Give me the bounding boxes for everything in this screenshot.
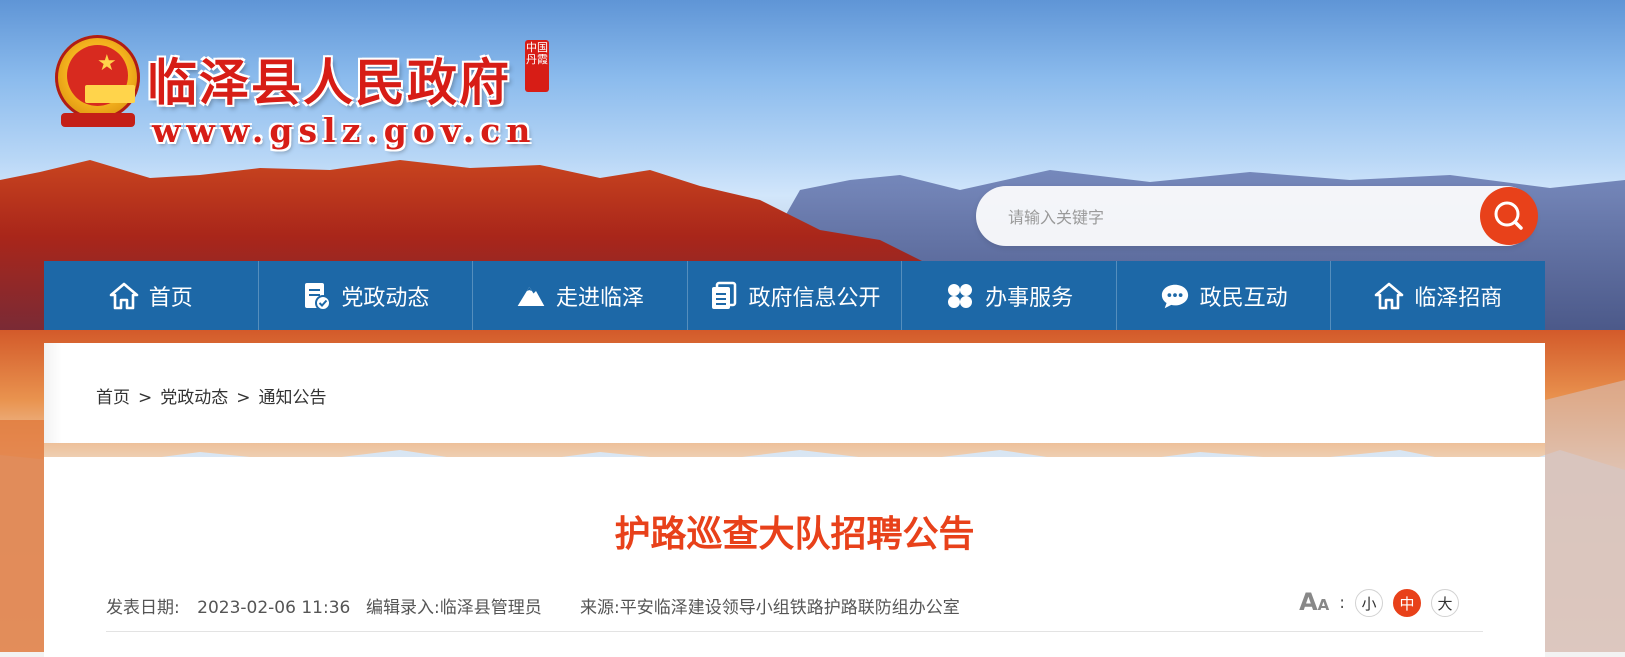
site-url: www.gslz.gov.cn: [152, 111, 537, 150]
main-nav: 首页 党政动态 走进临泽 政府信息公开 办事服务 政民互动 临泽招商: [44, 261, 1545, 330]
site-title: 临泽县人民政府: [147, 53, 511, 112]
nav-item-label: 走进临泽: [555, 285, 644, 311]
nav-item-label: 党政动态: [341, 285, 430, 311]
nav-item-label: 首页: [148, 285, 193, 311]
breadcrumb-party-news[interactable]: 党政动态: [160, 388, 228, 408]
nav-item-home[interactable]: 首页: [44, 261, 259, 330]
nav-item-gov-info[interactable]: 政府信息公开: [688, 261, 903, 330]
font-size-large-button[interactable]: 大: [1431, 589, 1459, 617]
search-box: [976, 186, 1538, 246]
nav-item-investment[interactable]: 临泽招商: [1331, 261, 1545, 330]
chat-icon: [1161, 284, 1188, 308]
font-size-switcher: AA : 小 中 大: [1299, 589, 1459, 617]
mountain-icon: [517, 286, 545, 306]
nav-item-label: 政府信息公开: [748, 285, 881, 311]
font-size-icon: AA: [1299, 587, 1330, 616]
search-input[interactable]: [1006, 200, 1450, 234]
breadcrumb-bar: 首页 > 党政动态 > 通知公告: [44, 343, 1545, 443]
publish-date: 2023-02-06 11:36: [197, 598, 351, 618]
nav-item-label: 办事服务: [985, 285, 1074, 311]
font-size-medium-button[interactable]: 中: [1393, 589, 1421, 617]
national-emblem-icon: ★: [55, 35, 140, 127]
article-meta: 发表日期: 2023-02-06 11:36 编辑录入:临泽县管理员 来源:平安…: [106, 589, 1483, 632]
search-button[interactable]: [1480, 187, 1538, 245]
breadcrumb-home[interactable]: 首页: [96, 388, 130, 408]
nav-item-services[interactable]: 办事服务: [902, 261, 1117, 330]
font-size-small-button[interactable]: 小: [1355, 589, 1383, 617]
site-brand[interactable]: ★ 临泽县人民政府 中国丹霞 www.gslz.gov.cn: [55, 35, 575, 155]
nav-item-party-news[interactable]: 党政动态: [259, 261, 474, 330]
editor-name: 临泽县管理员: [439, 598, 542, 618]
breadcrumb-notices[interactable]: 通知公告: [259, 388, 327, 408]
source-text: 平安临泽建设领导小组铁路护路联防组办公室: [619, 598, 960, 618]
nav-item-about[interactable]: 走进临泽: [473, 261, 688, 330]
file-list-icon: [711, 281, 736, 309]
breadcrumb-separator: >: [138, 388, 153, 408]
search-icon: [1494, 201, 1523, 230]
nav-item-label: 临泽招商: [1414, 285, 1503, 311]
source-label: 来源:: [580, 598, 620, 618]
home-icon: [1374, 282, 1404, 309]
document-check-icon: [305, 282, 332, 311]
editor-label: 编辑录入:: [366, 598, 440, 618]
grid-icon: [948, 283, 973, 308]
breadcrumb-separator: >: [236, 388, 251, 408]
seal-stamp: 中国丹霞: [525, 40, 549, 92]
article-title: 护路巡查大队招聘公告: [614, 514, 975, 555]
nav-item-label: 政民互动: [1199, 285, 1288, 311]
breadcrumb: 首页 > 党政动态 > 通知公告: [96, 383, 327, 408]
font-size-label: :: [1339, 593, 1345, 613]
nav-item-interaction[interactable]: 政民互动: [1117, 261, 1332, 330]
article-panel: 护路巡查大队招聘公告 发表日期: 2023-02-06 11:36 编辑录入:临…: [44, 457, 1545, 657]
home-icon: [109, 282, 139, 309]
publish-date-label: 发表日期:: [106, 598, 180, 618]
